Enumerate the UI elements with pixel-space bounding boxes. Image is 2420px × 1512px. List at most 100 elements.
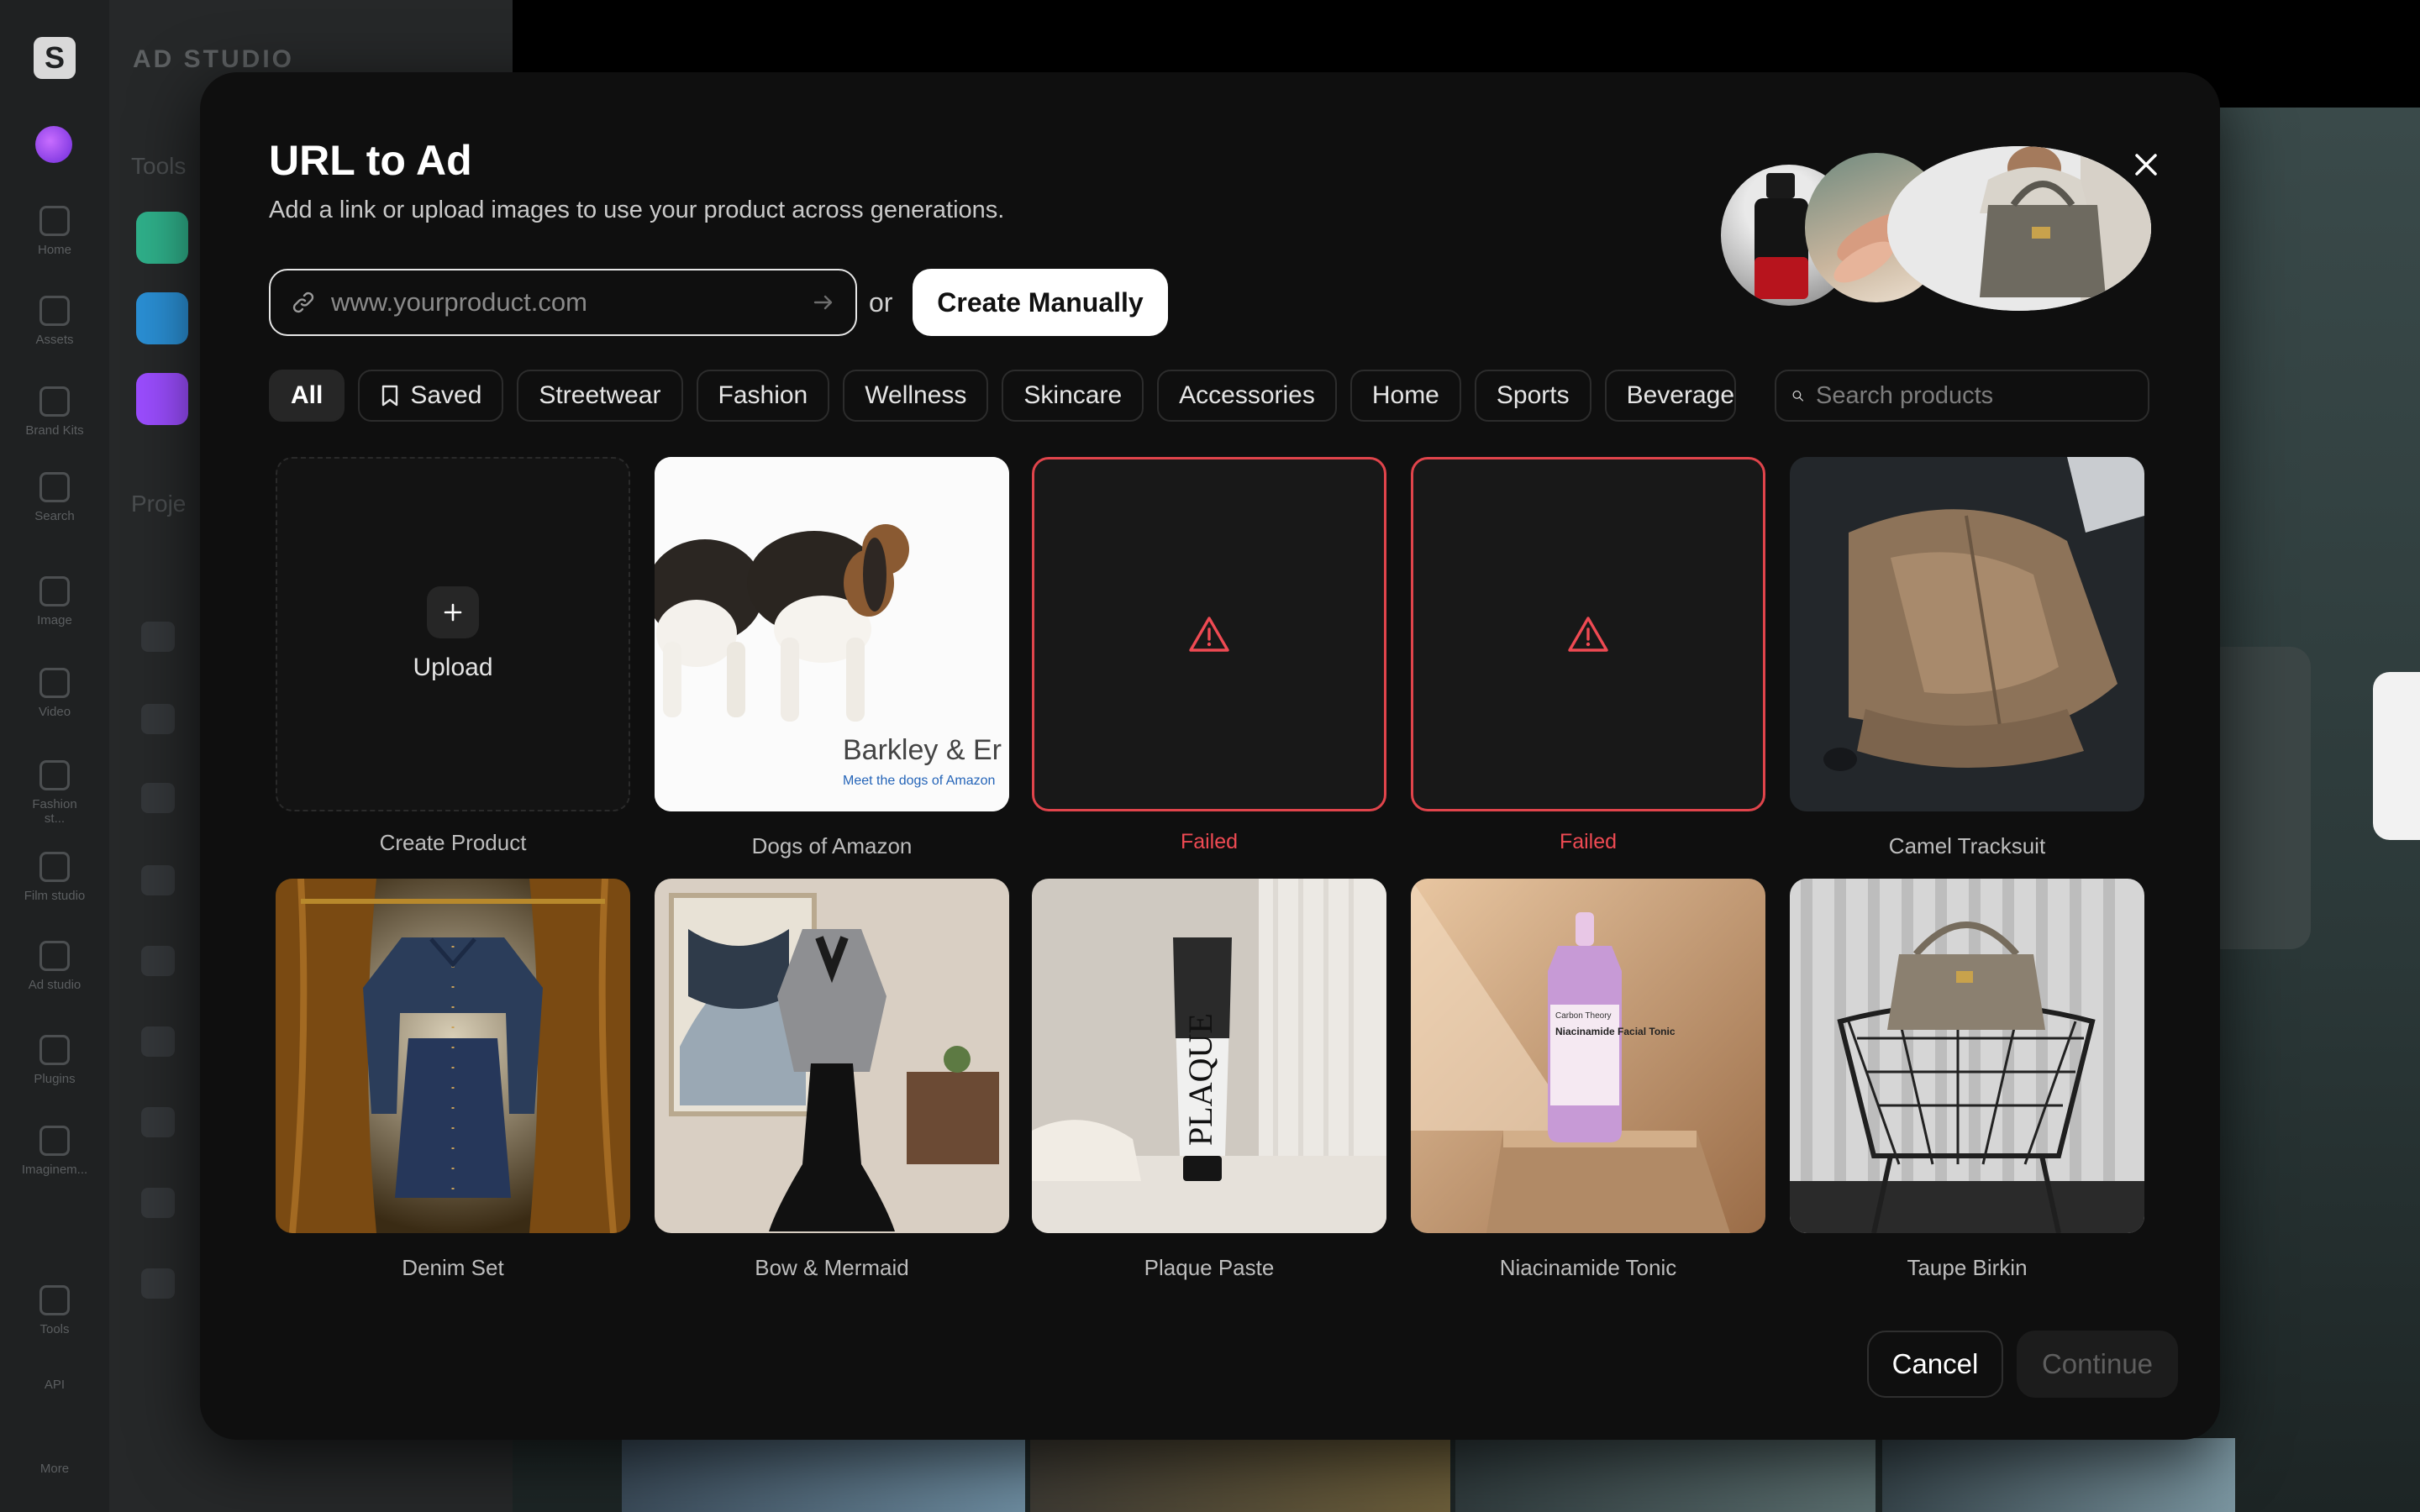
project-row[interactable] — [141, 865, 175, 895]
close-icon — [2135, 154, 2157, 176]
project-row[interactable] — [141, 1107, 175, 1137]
home-icon — [39, 206, 70, 236]
url-input-box[interactable] — [269, 269, 857, 336]
rail-item-video[interactable]: Video — [21, 668, 88, 719]
tool-tile-green[interactable] — [136, 212, 188, 264]
upload-label: Upload — [413, 654, 493, 681]
url-input[interactable] — [331, 287, 812, 318]
brand-kits-icon — [39, 386, 70, 417]
filter-chip-home[interactable]: Home — [1349, 370, 1461, 422]
app-rail: S Home Assets Brand Kits Search Image Vi… — [0, 0, 109, 1512]
product-card-tonic[interactable]: Carbon Theory Niacinamide Facial Tonic N… — [1411, 879, 1765, 1281]
product-card-failed-2[interactable]: Failed — [1411, 457, 1765, 854]
rail-item-image[interactable]: Image — [21, 576, 88, 627]
warning-icon — [1189, 617, 1229, 652]
filter-chip-streetwear[interactable]: Streetwear — [517, 370, 683, 422]
failed-caption: Failed — [1180, 830, 1239, 853]
product-caption: Create Product — [379, 830, 527, 855]
filter-chip-saved[interactable]: Saved — [358, 370, 504, 422]
filter-chip-skincare[interactable]: Skincare — [1002, 370, 1144, 422]
project-row[interactable] — [141, 946, 175, 976]
product-card-denim[interactable]: Denim Set — [276, 879, 630, 1281]
product-image-dogs: Barkley & Er Meet the dogs of Amazon — [655, 457, 1009, 811]
product-card-plaque[interactable]: PLAQUE Plaque Paste — [1032, 879, 1386, 1281]
search-input[interactable] — [1816, 381, 2133, 410]
rail-item-search[interactable]: Search — [21, 472, 88, 523]
hero-bag-image — [1887, 146, 2151, 311]
project-row[interactable] — [141, 1268, 175, 1299]
create-manually-button[interactable]: Create Manually — [913, 269, 1168, 336]
filter-chip-accessories[interactable]: Accessories — [1157, 370, 1337, 422]
filter-chip-beverage[interactable]: Beverage — [1604, 370, 1736, 422]
failed-caption: Failed — [1559, 830, 1618, 853]
search-icon — [1792, 391, 1804, 402]
app-logo-icon: S — [34, 37, 76, 79]
category-filters: All Saved Streetwear Fashion Wellness Sk… — [269, 370, 1736, 422]
modal-subtitle: Add a link or upload images to use your … — [269, 197, 1005, 223]
failed-tile — [1411, 457, 1765, 811]
filter-chip-wellness[interactable]: Wellness — [843, 370, 989, 422]
cancel-button[interactable]: Cancel — [1867, 1331, 2003, 1398]
product-image-plaque: PLAQUE — [1032, 879, 1386, 1233]
product-image-bow — [655, 879, 1009, 1233]
rail-item-home[interactable]: Home — [21, 206, 88, 257]
filter-chip-sports[interactable]: Sports — [1474, 370, 1591, 422]
rail-item-api[interactable]: API — [21, 1378, 88, 1392]
url-to-ad-modal: URL to Ad Add a link or upload images to… — [200, 72, 2220, 1440]
create-product-card[interactable]: Upload Create Product — [276, 457, 630, 856]
rail-item-film[interactable]: Film studio — [21, 852, 88, 903]
user-avatar[interactable] — [35, 126, 72, 163]
project-row[interactable] — [141, 1188, 175, 1218]
filter-chip-all[interactable]: All — [269, 370, 345, 422]
rail-item-fashion[interactable]: Fashion st... — [21, 760, 88, 826]
search-icon — [39, 472, 70, 502]
background-thumbnail — [1455, 1438, 1876, 1512]
product-card-bow[interactable]: Bow & Mermaid — [655, 879, 1009, 1281]
project-row[interactable] — [141, 704, 175, 734]
product-caption: Bow & Mermaid — [755, 1255, 909, 1280]
rail-item-ad-studio[interactable]: Ad studio — [21, 941, 88, 992]
video-icon — [39, 668, 70, 698]
rail-item-more[interactable]: More — [21, 1462, 88, 1476]
product-card-birkin[interactable]: Taupe Birkin — [1790, 879, 2144, 1281]
background-thumbnail — [1030, 1438, 1450, 1512]
plugins-icon — [39, 1035, 70, 1065]
rail-item-brand-kits[interactable]: Brand Kits — [21, 386, 88, 438]
product-caption: Camel Tracksuit — [1888, 833, 2046, 858]
product-search[interactable] — [1775, 370, 2149, 422]
close-button[interactable] — [2121, 139, 2171, 190]
or-label: or — [869, 287, 893, 318]
tool-tile-purple[interactable] — [136, 373, 188, 425]
product-image-tonic: Carbon Theory Niacinamide Facial Tonic — [1411, 879, 1765, 1233]
product-caption: Dogs of Amazon — [751, 833, 913, 858]
tool-tile-blue[interactable] — [136, 292, 188, 344]
upload-tile[interactable]: Upload — [276, 457, 630, 811]
fashion-icon — [39, 760, 70, 790]
background-thumbnail — [622, 1438, 1025, 1512]
rail-item-assets[interactable]: Assets — [21, 296, 88, 347]
plus-icon — [427, 586, 479, 638]
arrow-right-icon[interactable] — [812, 291, 835, 314]
product-card-camel[interactable]: Camel Tracksuit — [1790, 457, 2144, 859]
project-row[interactable] — [141, 783, 175, 813]
bottle-brand-text: Carbon Theory — [1555, 1011, 1612, 1021]
modal-title: URL to Ad — [269, 137, 472, 184]
rail-item-tools[interactable]: Tools — [21, 1285, 88, 1336]
panel-handle[interactable] — [2373, 672, 2420, 840]
rail-item-imagine[interactable]: Imaginem... — [21, 1126, 88, 1177]
dogs-brand-tagline: Meet the dogs of Amazon — [843, 774, 995, 788]
project-row[interactable] — [141, 1026, 175, 1057]
filter-chip-fashion[interactable]: Fashion — [696, 370, 830, 422]
warning-icon — [1568, 617, 1608, 652]
bookmark-icon — [382, 385, 398, 407]
background-thumbnail — [1882, 1438, 2235, 1512]
imagine-icon — [39, 1126, 70, 1156]
rail-item-plugins[interactable]: Plugins — [21, 1035, 88, 1086]
product-card-dogs[interactable]: Barkley & Er Meet the dogs of Amazon Dog… — [655, 457, 1009, 859]
hero-collage — [1721, 146, 2158, 314]
continue-button[interactable]: Continue — [2017, 1331, 2178, 1398]
product-card-failed-1[interactable]: Failed — [1032, 457, 1386, 854]
failed-tile — [1032, 457, 1386, 811]
project-row[interactable] — [141, 622, 175, 652]
film-icon — [39, 852, 70, 882]
